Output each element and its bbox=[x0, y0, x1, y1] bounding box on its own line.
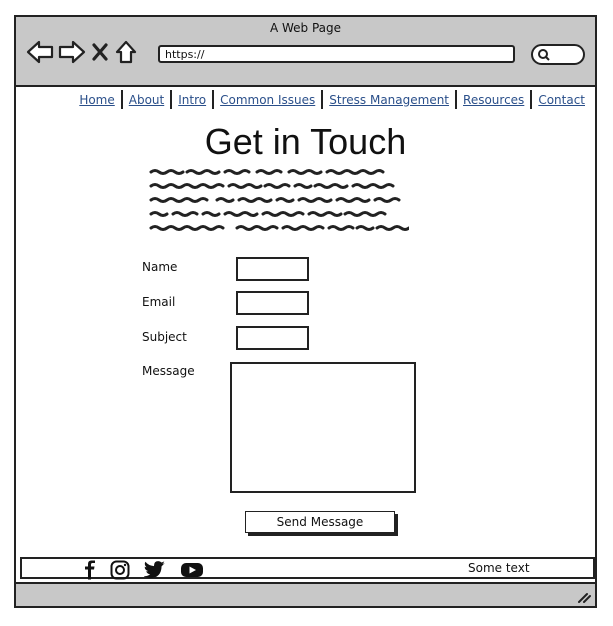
url-input[interactable]: https:// bbox=[158, 45, 515, 63]
footer-text: Some text bbox=[468, 561, 530, 575]
social-links bbox=[84, 560, 204, 580]
nav-link-about[interactable]: About bbox=[123, 93, 170, 107]
back-arrow-icon[interactable] bbox=[26, 39, 54, 65]
forward-arrow-icon[interactable] bbox=[58, 39, 86, 65]
name-label: Name bbox=[142, 260, 178, 274]
nav-link-home[interactable]: Home bbox=[73, 93, 120, 107]
nav-link-intro[interactable]: Intro bbox=[172, 93, 212, 107]
browser-window: A Web Page https:// Home About Intro Com… bbox=[14, 15, 597, 608]
browser-nav-buttons bbox=[26, 39, 138, 65]
email-field[interactable] bbox=[236, 291, 309, 315]
instagram-icon[interactable] bbox=[110, 560, 130, 580]
close-stop-icon[interactable] bbox=[90, 39, 110, 65]
subject-field[interactable] bbox=[236, 326, 309, 350]
name-field[interactable] bbox=[236, 257, 309, 281]
nav-link-resources[interactable]: Resources bbox=[457, 93, 530, 107]
resize-handle-icon[interactable] bbox=[575, 588, 591, 604]
youtube-icon[interactable] bbox=[180, 561, 204, 579]
message-textarea[interactable] bbox=[230, 362, 416, 493]
nav-link-contact[interactable]: Contact bbox=[532, 93, 591, 107]
facebook-icon[interactable] bbox=[84, 560, 96, 580]
search-button[interactable] bbox=[531, 44, 585, 65]
nav-link-common-issues[interactable]: Common Issues bbox=[214, 93, 321, 107]
placeholder-paragraph bbox=[149, 169, 409, 231]
browser-statusbar bbox=[16, 582, 595, 606]
page-heading: Get in Touch bbox=[204, 121, 407, 162]
window-title: A Web Page bbox=[269, 21, 342, 35]
home-icon[interactable] bbox=[114, 39, 138, 65]
email-label: Email bbox=[142, 295, 176, 309]
twitter-icon[interactable] bbox=[144, 560, 166, 580]
nav-link-stress-management[interactable]: Stress Management bbox=[323, 93, 455, 107]
message-label: Message bbox=[142, 364, 195, 378]
site-nav: Home About Intro Common Issues Stress Ma… bbox=[73, 90, 591, 109]
subject-label: Subject bbox=[142, 330, 187, 344]
page-footer: Some text bbox=[20, 557, 595, 580]
send-message-button[interactable]: Send Message bbox=[245, 511, 395, 533]
search-icon bbox=[538, 49, 550, 61]
browser-titlebar: A Web Page https:// bbox=[16, 17, 595, 87]
